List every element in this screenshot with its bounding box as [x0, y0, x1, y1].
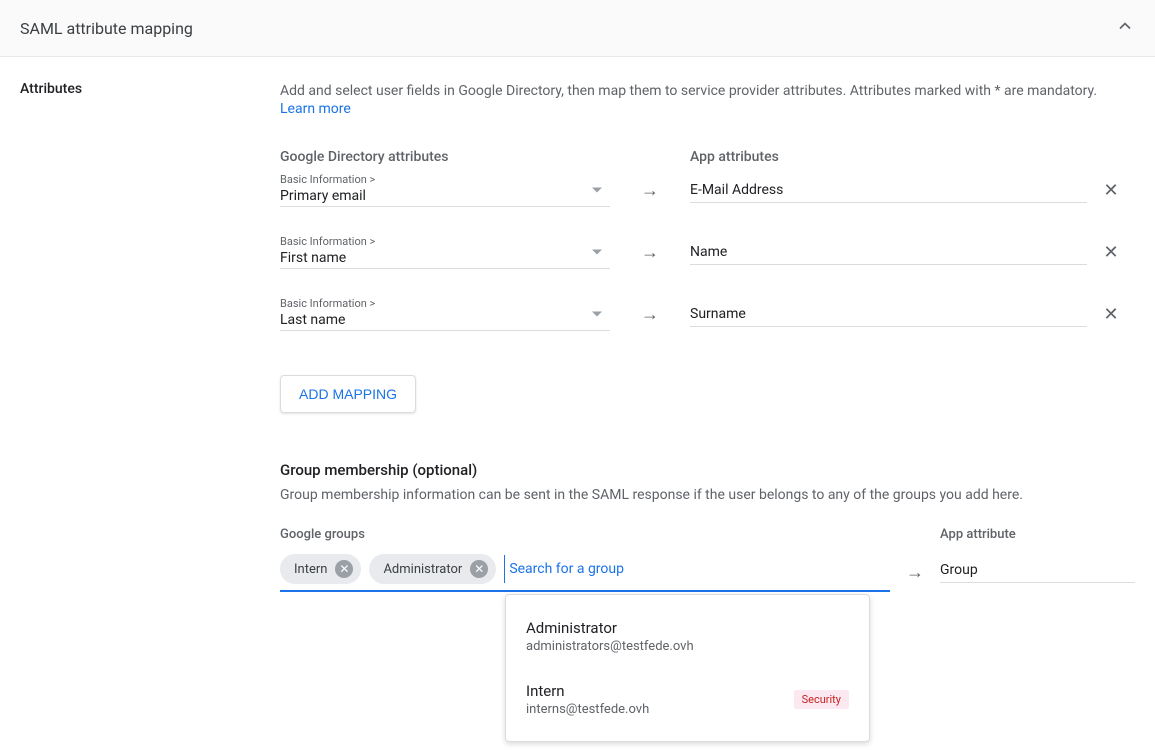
- chevron-down-icon: [592, 311, 602, 316]
- remove-mapping[interactable]: ✕: [1087, 180, 1135, 201]
- select-category-label: Basic Information >: [280, 235, 610, 248]
- group-row: Intern ✕ Administrator ✕ Administrator: [280, 554, 1135, 724]
- app-attribute-input[interactable]: [690, 306, 1087, 322]
- description-text: Add and select user fields in Google Dir…: [280, 83, 1097, 99]
- remove-mapping[interactable]: ✕: [1087, 304, 1135, 325]
- group-description: Group membership information can be sent…: [280, 487, 1135, 503]
- main-area: Add and select user fields in Google Dir…: [280, 81, 1135, 724]
- group-columns-header: Google groups App attribute: [280, 527, 1135, 542]
- remove-mapping[interactable]: ✕: [1087, 242, 1135, 263]
- description-block: Add and select user fields in Google Dir…: [280, 81, 1135, 117]
- dropdown-item[interactable]: Administrator administrators@testfede.ov…: [506, 611, 869, 662]
- group-title: Group membership (optional): [280, 461, 1135, 479]
- panel-header: SAML attribute mapping: [0, 0, 1155, 57]
- side-label: Attributes: [20, 81, 280, 724]
- select-value: Primary email: [280, 188, 610, 204]
- panel-title: SAML attribute mapping: [20, 19, 193, 38]
- group-search-dropdown: Administrator administrators@testfede.ov…: [505, 594, 870, 742]
- app-attribute-field[interactable]: [690, 178, 1087, 203]
- chevron-down-icon: [592, 187, 602, 192]
- dropdown-item-email: administrators@testfede.ovh: [526, 639, 694, 654]
- add-mapping-button[interactable]: Add Mapping: [280, 375, 416, 413]
- arrow-icon: →: [890, 554, 940, 583]
- google-col-header: Google Directory attributes: [280, 149, 610, 165]
- learn-more-link[interactable]: Learn more: [280, 101, 351, 117]
- content-area: Attributes Add and select user fields in…: [0, 57, 1155, 748]
- app-attribute-field[interactable]: [690, 302, 1087, 327]
- chevron-down-icon: [592, 249, 602, 254]
- close-icon: ✕: [1103, 242, 1118, 263]
- select-value: First name: [280, 250, 610, 266]
- chip-label: Intern: [294, 562, 327, 577]
- arrow-icon: →: [610, 242, 690, 263]
- mapping-row: Basic Information > Primary email → ✕: [280, 173, 1135, 207]
- dropdown-item-email: interns@testfede.ovh: [526, 702, 649, 717]
- chip-remove-icon[interactable]: ✕: [335, 560, 353, 578]
- google-groups-label: Google groups: [280, 527, 890, 542]
- select-category-label: Basic Information >: [280, 173, 610, 186]
- chip-label: Administrator: [383, 562, 462, 577]
- app-attribute-field[interactable]: [690, 240, 1087, 265]
- group-membership-section: Group membership (optional) Group member…: [280, 461, 1135, 724]
- group-app-attribute-input[interactable]: [940, 562, 1135, 578]
- dropdown-item[interactable]: Intern interns@testfede.ovh Security: [506, 674, 869, 725]
- arrow-icon: →: [610, 304, 690, 325]
- attributes-label: Attributes: [20, 81, 280, 97]
- close-icon: ✕: [1103, 180, 1118, 201]
- dropdown-item-name: Intern: [526, 682, 649, 700]
- chip-remove-icon[interactable]: ✕: [470, 560, 488, 578]
- dropdown-item-name: Administrator: [526, 619, 694, 637]
- select-category-label: Basic Information >: [280, 297, 610, 310]
- mapping-columns-header: Google Directory attributes App attribut…: [280, 149, 1135, 165]
- directory-attribute-select[interactable]: Basic Information > Last name: [280, 297, 610, 331]
- arrow-icon: →: [610, 180, 690, 201]
- directory-attribute-select[interactable]: Basic Information > Primary email: [280, 173, 610, 207]
- group-app-attribute-field[interactable]: [940, 554, 1135, 583]
- chevron-up-icon: [1115, 16, 1135, 36]
- select-value: Last name: [280, 312, 610, 328]
- close-icon: ✕: [1103, 304, 1118, 325]
- mapping-row: Basic Information > Last name → ✕: [280, 297, 1135, 331]
- collapse-toggle[interactable]: [1115, 16, 1135, 40]
- mapping-row: Basic Information > First name → ✕: [280, 235, 1135, 269]
- group-chip: Administrator ✕: [369, 554, 496, 584]
- app-col-header: App attributes: [690, 149, 1135, 165]
- directory-attribute-select[interactable]: Basic Information > First name: [280, 235, 610, 269]
- group-search-input[interactable]: [504, 555, 890, 583]
- app-attribute-input[interactable]: [690, 244, 1087, 260]
- app-attribute-label: App attribute: [940, 527, 1135, 542]
- security-badge: Security: [794, 690, 849, 709]
- google-groups-chips[interactable]: Intern ✕ Administrator ✕: [280, 554, 890, 592]
- app-attribute-input[interactable]: [690, 182, 1087, 198]
- arrow-col-spacer: [610, 149, 690, 165]
- group-chip: Intern ✕: [280, 554, 361, 584]
